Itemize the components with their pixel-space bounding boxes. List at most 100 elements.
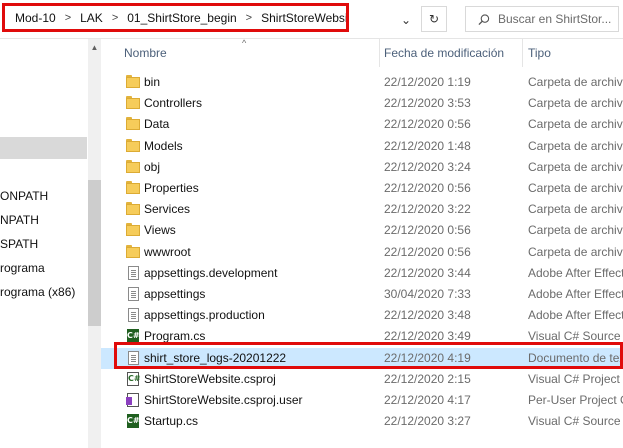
file-row[interactable]: Properties 22/12/2020 0:56 Carpeta de arch… [101, 178, 623, 199]
file-row[interactable]: C# Startup.cs 22/12/2020 3:27 Visual C# Sou… [101, 411, 623, 432]
folder-icon [126, 223, 140, 237]
json-file-icon [128, 287, 139, 301]
csharp-file-icon: C# [127, 414, 140, 428]
column-divider[interactable] [379, 39, 380, 67]
file-type: Carpeta de archivos [528, 117, 623, 131]
file-row[interactable]: obj 22/12/2020 3:24 Carpeta de archivos [101, 157, 623, 178]
file-date-modified: 22/12/2020 3:22 [384, 202, 471, 216]
json-file-icon [128, 266, 139, 280]
breadcrumb-item-shirtstore-begin[interactable]: 01_ShirtStore_begin [127, 11, 236, 25]
refresh-button[interactable]: ↻ [421, 6, 447, 32]
file-name: appsettings.production [144, 308, 265, 322]
folder-icon [126, 202, 140, 216]
file-name: Services [144, 202, 191, 216]
file-name: ShirtStoreWebsite.csproj [144, 372, 276, 386]
breadcrumb-separator-icon[interactable]: > [65, 12, 71, 24]
file-name: appsettings.development [144, 266, 278, 280]
nav-item-program-files-x86[interactable]: rograma (x86) [0, 282, 75, 302]
file-name: Startup.cs [144, 414, 199, 428]
column-divider[interactable] [522, 39, 523, 67]
file-type: Carpeta de archivos [528, 245, 623, 259]
nav-selected-item[interactable] [0, 137, 87, 159]
file-row[interactable]: Models 22/12/2020 1:48 Carpeta de archivos [101, 136, 623, 157]
file-date-modified: 22/12/2020 2:15 [384, 372, 471, 386]
breadcrumb-separator-icon[interactable]: > [246, 12, 252, 24]
nav-item-spath[interactable]: SPATH [0, 234, 38, 254]
file-name: ShirtStoreWebsite.csproj.user [144, 393, 303, 407]
column-header-name[interactable]: Nombre [124, 39, 374, 67]
breadcrumb-separator-icon[interactable]: > [112, 12, 118, 24]
file-date-modified: 22/12/2020 4:19 [384, 351, 471, 365]
file-row[interactable]: C# Program.cs 22/12/2020 3:49 Visual C# Sou… [101, 326, 623, 347]
nav-item-onpath[interactable]: ONPATH [0, 186, 48, 206]
column-header-type[interactable]: Tipo [528, 39, 623, 67]
breadcrumb-item-shirtstorewebsite[interactable]: ShirtStoreWebsite [261, 11, 346, 25]
file-name: Properties [144, 181, 199, 195]
user-file-icon [126, 393, 139, 407]
csproj-file-icon: C# [127, 372, 141, 386]
json-file-icon [128, 308, 139, 322]
file-type: Adobe After Effects [528, 308, 623, 322]
file-name: bin [144, 75, 161, 89]
folder-icon [126, 96, 140, 110]
scroll-up-arrow-icon[interactable]: ▲ [88, 39, 101, 55]
nav-item-program-files[interactable]: rograma [0, 258, 45, 278]
file-name: wwwroot [144, 245, 191, 259]
file-row[interactable]: Controllers 22/12/2020 3:53 Carpeta de arc… [101, 93, 623, 114]
file-date-modified: 30/04/2020 7:33 [384, 287, 471, 301]
text-file-icon [128, 351, 139, 365]
breadcrumb-item-lak[interactable]: LAK [80, 11, 103, 25]
file-date-modified: 22/12/2020 3:53 [384, 96, 471, 110]
file-date-modified: 22/12/2020 4:17 [384, 393, 471, 407]
file-row[interactable]: wwwroot 22/12/2020 0:56 Carpeta de archivo… [101, 242, 623, 263]
folder-icon [126, 75, 140, 89]
file-date-modified: 22/12/2020 3:27 [384, 414, 471, 428]
file-row[interactable]: Services 22/12/2020 3:22 Carpeta de archiv… [101, 199, 623, 220]
breadcrumb-item-mod10[interactable]: Mod-10 [15, 11, 56, 25]
folder-icon [126, 181, 140, 195]
file-name: Program.cs [144, 329, 206, 343]
file-date-modified: 22/12/2020 3:48 [384, 308, 471, 322]
search-input[interactable] [498, 12, 618, 26]
file-row[interactable]: Views 22/12/2020 0:56 Carpeta de archivos [101, 220, 623, 241]
folder-icon [126, 245, 140, 259]
search-icon [478, 13, 490, 25]
address-bar: Mod-10 > LAK > 01_ShirtStore_begin > Shi… [0, 0, 623, 39]
search-box[interactable] [465, 6, 619, 32]
file-name: Controllers [144, 96, 203, 110]
file-date-modified: 22/12/2020 1:19 [384, 75, 471, 89]
file-type: Visual C# Project file [528, 372, 623, 386]
file-row[interactable]: appsettings.production 22/12/2020 3:48 Ado… [101, 305, 623, 326]
file-row[interactable]: appsettings.development 22/12/2020 3:44 Ad… [101, 263, 623, 284]
file-type: Visual C# Source File [528, 414, 623, 428]
folder-icon [126, 117, 140, 131]
file-type: Carpeta de archivos [528, 96, 623, 110]
file-row[interactable]: bin 22/12/2020 1:19 Carpeta de archivos [101, 72, 623, 93]
file-row[interactable]: ShirtStoreWebsite.csproj.user 22/12/2020 … [101, 390, 623, 411]
file-type: Visual C# Source File [528, 329, 623, 343]
nav-item-npath[interactable]: NPATH [0, 210, 39, 230]
file-date-modified: 22/12/2020 3:49 [384, 329, 471, 343]
file-list: ^ Nombre Fecha de modificación Tipo bin 2… [101, 39, 623, 448]
file-type: Adobe After Effects [528, 266, 623, 280]
file-row[interactable]: C# ShirtStoreWebsite.csproj 22/12/2020 2:1… [101, 369, 623, 390]
refresh-icon: ↻ [428, 12, 440, 26]
file-row[interactable]: Data 22/12/2020 0:56 Carpeta de archivos [101, 114, 623, 135]
file-name: Views [144, 223, 176, 237]
file-date-modified: 22/12/2020 0:56 [384, 245, 471, 259]
file-type: Carpeta de archivos [528, 139, 623, 153]
column-header-date[interactable]: Fecha de modificación [384, 39, 519, 67]
file-name: Models [144, 139, 183, 153]
file-name: Data [144, 117, 170, 131]
address-history-dropdown[interactable]: ⌄ [396, 11, 416, 29]
file-type: Carpeta de archivos [528, 223, 623, 237]
nav-scrollbar-thumb[interactable] [88, 180, 101, 326]
file-name: appsettings [144, 287, 206, 301]
file-row[interactable]: shirt_store_logs-20201222 22/12/2020 4:19… [101, 348, 623, 369]
file-row[interactable]: appsettings 30/04/2020 7:33 Adobe After Ef… [101, 284, 623, 305]
file-type: Carpeta de archivos [528, 202, 623, 216]
breadcrumb[interactable]: Mod-10 > LAK > 01_ShirtStore_begin > Shi… [2, 3, 349, 32]
file-date-modified: 22/12/2020 0:56 [384, 117, 471, 131]
chevron-down-icon: ⌄ [400, 13, 412, 27]
file-type: Carpeta de archivos [528, 181, 623, 195]
